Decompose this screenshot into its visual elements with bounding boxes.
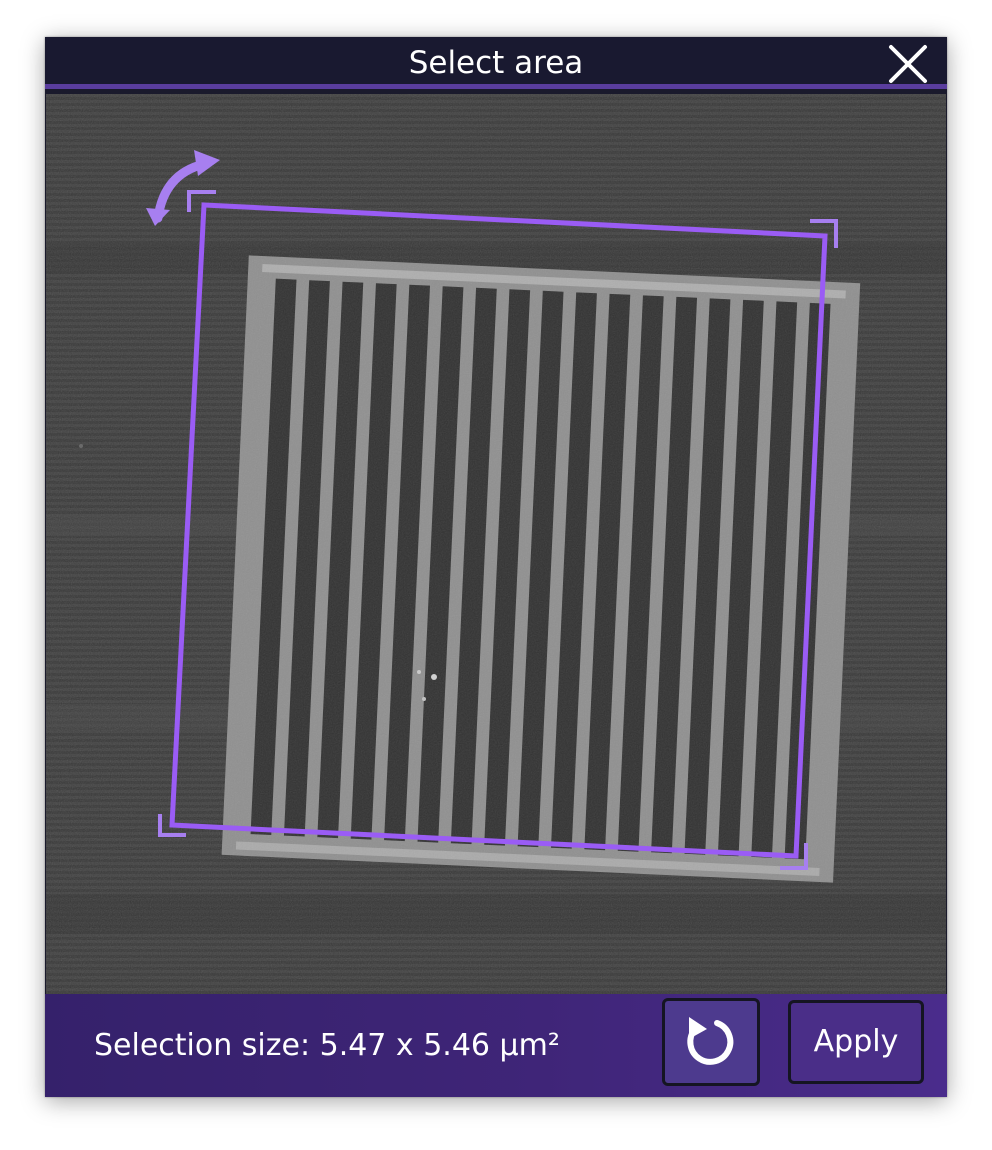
apply-button[interactable]: Apply <box>788 1000 924 1084</box>
dialog-title: Select area <box>408 45 584 81</box>
select-area-dialog: Select area Selection size: 5.47 x 5.46 … <box>45 37 947 1097</box>
reset-button[interactable] <box>662 998 760 1086</box>
dialog-footer: Selection size: 5.47 x 5.46 µm² Apply <box>45 994 947 1097</box>
selection-size-label: Selection size: 5.47 x 5.46 µm² <box>94 1028 560 1063</box>
dialog-titlebar: Select area <box>45 37 947 89</box>
close-icon[interactable] <box>887 43 929 85</box>
micrograph-image <box>46 94 946 994</box>
grating-structure <box>221 255 861 883</box>
image-viewport[interactable] <box>46 94 946 994</box>
reset-icon <box>687 1017 734 1065</box>
